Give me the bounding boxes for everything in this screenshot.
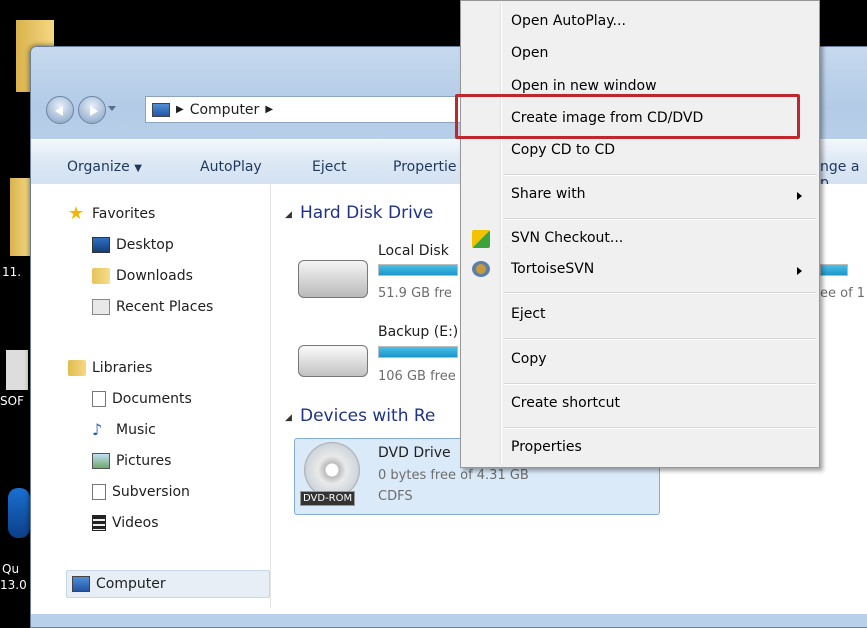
sidebar-item-music[interactable]: ♪ Music [92,420,156,439]
dvd-drive-name: DVD Drive [378,445,451,461]
breadcrumb-separator-icon: ▶ [176,104,184,115]
local-disk-usage-bar-right [820,264,848,276]
sidebar-label: Downloads [116,268,193,284]
dvd-rom-badge: DVD-ROM [300,491,356,506]
desktop-app-icon-2[interactable] [8,488,30,538]
dvd-free-text: 0 bytes free of 4.31 GB [378,468,529,483]
organize-label: Organize [67,159,130,175]
document-icon [92,391,106,407]
menu-separator [504,292,816,294]
sidebar-label: Recent Places [116,299,214,315]
local-disk-name[interactable]: Local Disk [378,243,449,259]
menu-item-copy-cd[interactable]: Copy CD to CD [511,142,615,158]
pictures-icon [92,453,110,469]
tortoisesvn-icon [472,261,490,277]
usage-bar-fill [821,265,847,275]
autoplay-button[interactable]: AutoPlay [200,159,262,175]
sidebar-item-pictures[interactable]: Pictures [92,453,171,469]
svn-checkout-icon [472,230,490,248]
sidebar-item-recent-places[interactable]: Recent Places [92,299,213,315]
breadcrumb-chevron-icon[interactable]: ▶ [265,104,273,115]
menu-separator [504,383,816,385]
videos-icon [92,515,106,531]
submenu-arrow-icon [797,267,802,275]
sidebar-label: Documents [112,391,192,407]
desktop-icon [92,237,110,253]
menu-item-open-new-window[interactable]: Open in new window [511,78,657,94]
breadcrumb-computer[interactable]: Computer [190,102,260,118]
desktop-label-4: 13.0 [0,578,27,592]
star-icon: ★ [68,203,85,224]
backup-disk-icon [298,345,368,377]
menu-item-properties[interactable]: Properties [511,439,582,455]
local-disk-icon [298,260,368,298]
backup-disk-usage-bar [378,346,458,358]
local-disk-usage-bar [378,264,458,276]
back-button[interactable] [46,96,74,124]
menu-item-eject[interactable]: Eject [511,306,546,322]
context-menu-icon-column [500,2,502,464]
recent-pages-dropdown[interactable] [108,106,116,111]
sidebar-label: Pictures [116,453,172,469]
organize-button[interactable]: Organize ▼ [67,159,142,175]
sidebar-item-desktop[interactable]: Desktop [92,237,174,253]
sidebar-item-subversion[interactable]: Subversion [92,484,190,500]
usage-bar-fill [379,347,457,357]
menu-item-create-shortcut[interactable]: Create shortcut [511,395,620,411]
dvd-filesystem: CDFS [378,489,413,504]
sidebar-item-downloads[interactable]: Downloads [92,268,193,284]
sidebar-label: Favorites [92,206,156,222]
computer-icon [152,102,170,117]
menu-item-tortoisesvn[interactable]: TortoiseSVN [511,261,594,277]
menu-item-open-autoplay[interactable]: Open AutoPlay... [511,13,626,29]
nav-pane-divider[interactable] [270,184,271,608]
menu-item-svn-checkout[interactable]: SVN Checkout... [511,230,623,246]
libraries-icon [68,360,86,376]
submenu-arrow-icon [797,192,802,200]
sidebar-computer[interactable]: Computer [72,576,166,592]
collapse-triangle-icon-2[interactable]: ◢ [285,413,292,423]
recent-places-icon [92,299,110,315]
desktop-label-2: SOF [0,394,24,408]
music-icon: ♪ [92,420,103,439]
chevron-down-icon: ▼ [134,163,142,174]
sidebar-item-documents[interactable]: Documents [92,391,192,407]
local-disk-free-text: 51.9 GB fre [378,286,452,301]
sidebar-label: Subversion [112,484,190,500]
menu-item-open[interactable]: Open [511,45,548,61]
sidebar-label: Libraries [92,360,153,376]
sidebar-libraries[interactable]: Libraries [68,360,152,376]
sidebar-label: Desktop [116,237,174,253]
subversion-library-icon [92,484,106,500]
sidebar-label: Music [116,422,156,438]
sidebar-favorites[interactable]: ★ Favorites [68,203,156,224]
backup-disk-free-text: 106 GB free [378,369,456,384]
properties-button[interactable]: Propertie [393,159,456,175]
downloads-icon [92,268,110,284]
menu-separator [504,427,816,429]
local-disk-capacity-partial: ee of 1 [820,286,866,301]
collapse-triangle-icon[interactable]: ◢ [285,210,292,220]
dvd-disc-icon [304,442,360,498]
desktop-label-1: 11. [2,265,22,279]
usage-bar-fill [379,265,457,275]
sidebar-label: Videos [112,515,159,531]
menu-item-share-with[interactable]: Share with [511,186,586,202]
desktop-label-3: Qu [2,562,20,576]
eject-button[interactable]: Eject [312,159,347,175]
menu-item-copy[interactable]: Copy [511,351,547,367]
menu-separator [504,338,816,340]
menu-separator [504,174,816,176]
desktop-app-icon[interactable] [6,350,28,390]
menu-separator [504,218,816,220]
annotation-highlight-box [455,94,800,139]
desktop-folder-icon-2[interactable] [10,178,30,256]
sidebar-item-videos[interactable]: Videos [92,515,159,531]
computer-icon [72,576,90,592]
backup-disk-name[interactable]: Backup (E:) [378,324,458,340]
group-header-devices[interactable]: Devices with Re [300,406,435,426]
group-header-hard-disk[interactable]: Hard Disk Drive [300,203,433,223]
sidebar-label: Computer [96,576,166,592]
forward-button[interactable] [78,96,106,124]
